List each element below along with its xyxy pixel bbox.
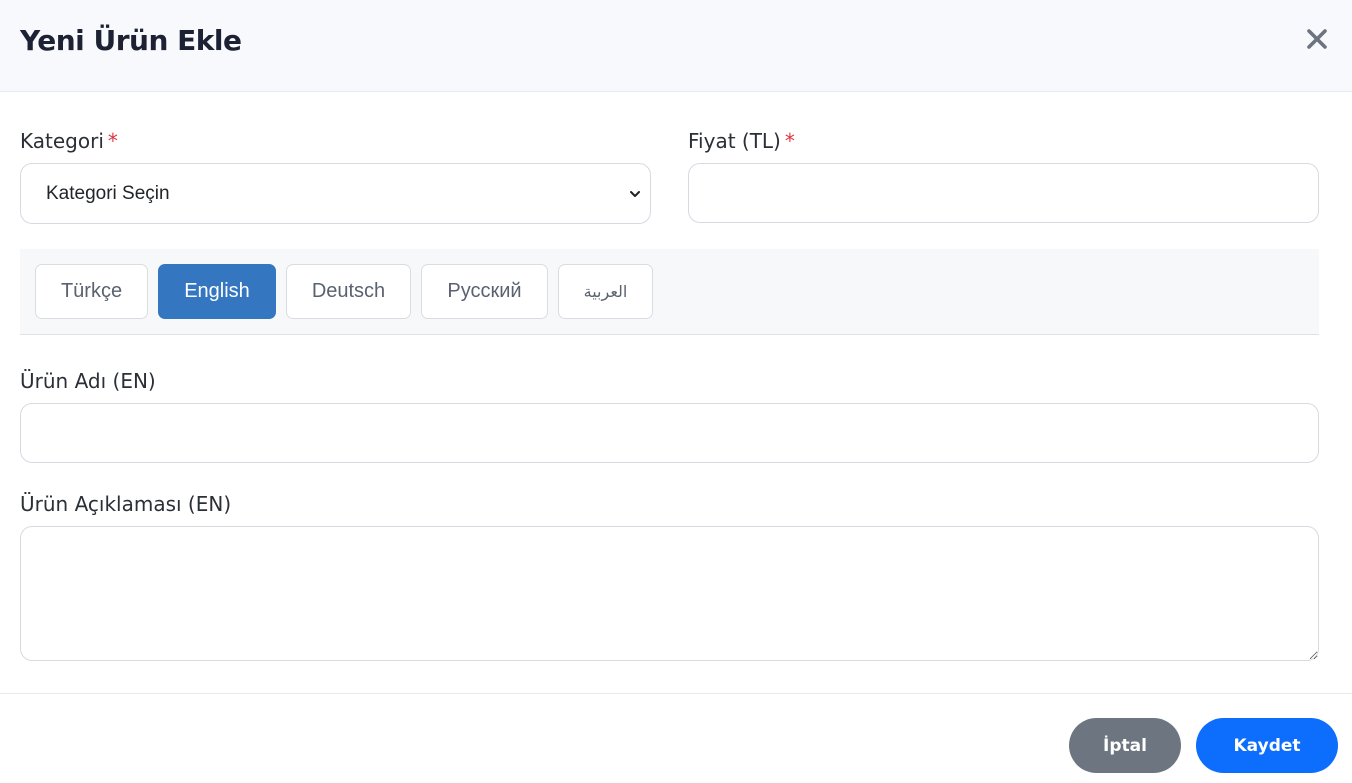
category-select-value: Kategori Seçin [46,182,170,204]
price-label: Fiyat (TL) * [688,129,795,153]
modal-footer: İptal Kaydet [0,693,1352,783]
language-tabs: Türkçe English Deutsch Русский العربية [20,249,1319,335]
required-mark: * [784,129,795,153]
modal-header: Yeni Ürün Ekle [0,0,1352,92]
add-product-modal: Yeni Ürün Ekle Kategori * Kategori Seçin … [0,0,1352,783]
tab-english[interactable]: English [158,264,276,319]
product-description-label: Ürün Açıklaması (EN) [20,492,232,516]
modal-title: Yeni Ürün Ekle [20,24,242,57]
category-label: Kategori * [20,129,118,153]
tab-russian[interactable]: Русский [421,264,548,319]
product-name-label: Ürün Adı (EN) [20,369,156,393]
chevron-down-icon [630,190,640,197]
product-description-textarea[interactable] [20,526,1319,661]
save-button[interactable]: Kaydet [1196,718,1338,773]
close-button[interactable] [1300,24,1334,54]
tab-arabic[interactable]: العربية [558,264,653,319]
price-input[interactable] [688,163,1319,223]
product-name-input[interactable] [20,403,1319,463]
tab-german[interactable]: Deutsch [286,264,411,319]
required-mark: * [107,129,118,153]
tab-turkish[interactable]: Türkçe [35,264,148,319]
cancel-button[interactable]: İptal [1069,718,1181,773]
close-icon [1307,29,1327,49]
category-select[interactable]: Kategori Seçin [20,163,651,224]
